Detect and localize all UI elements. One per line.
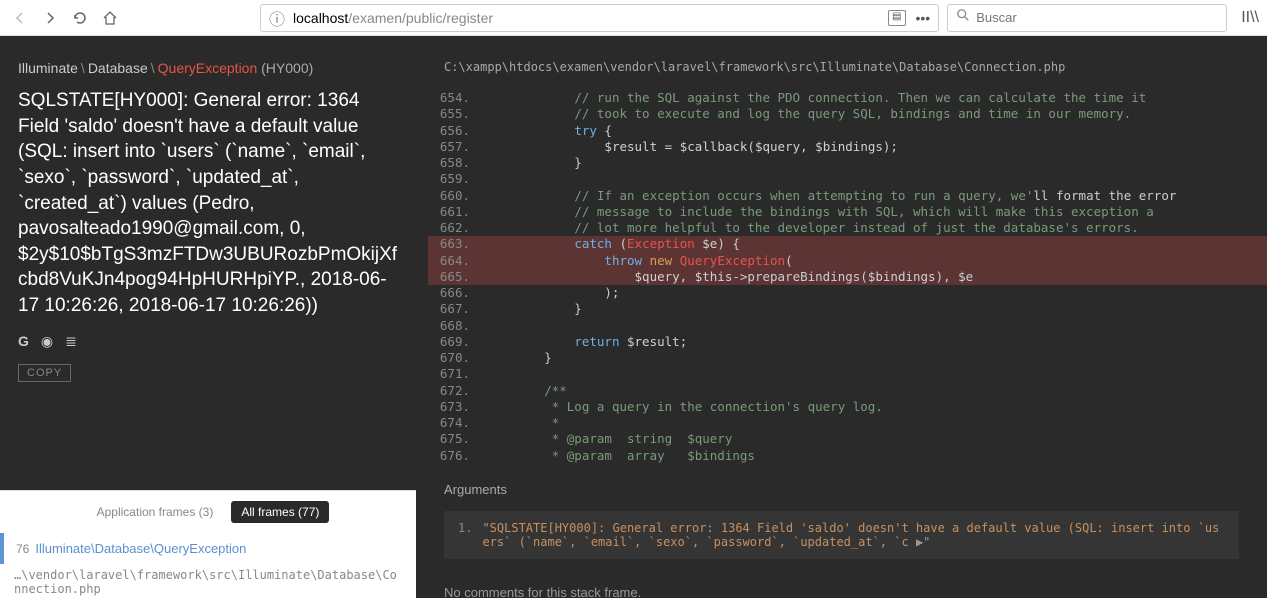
code-line: 668. [428, 318, 1267, 334]
code-line: 661. // message to include the bindings … [428, 204, 1267, 220]
duckduckgo-icon[interactable]: ◉ [41, 333, 53, 350]
reload-button[interactable] [68, 6, 92, 30]
code-line: 672. /** [428, 383, 1267, 399]
code-line: 657. $result = $callback($query, $bindin… [428, 139, 1267, 155]
right-panel: C:\xampp\htdocs\examen\vendor\laravel\fr… [416, 36, 1267, 598]
code-line: 658. } [428, 155, 1267, 171]
left-panel: Illuminate\Database\QueryException (HY00… [0, 36, 416, 598]
frame-tabs: Application frames (3) All frames (77) [0, 490, 416, 533]
code-line: 670. } [428, 350, 1267, 366]
info-icon[interactable]: ⓘ [269, 6, 285, 30]
code-line: 673. * Log a query in the connection's q… [428, 399, 1267, 415]
home-button[interactable] [98, 6, 122, 30]
code-line: 666. ); [428, 285, 1267, 301]
frame-list: 76Illuminate\Database\QueryException …\v… [0, 533, 416, 598]
code-line: 665. $query, $this->prepareBindings($bin… [428, 269, 1267, 285]
browser-toolbar: ⓘ localhost/examen/public/register ▤ •••… [0, 0, 1267, 36]
more-icon[interactable]: ••• [916, 10, 931, 26]
stackoverflow-icon[interactable]: ≣ [65, 333, 77, 350]
url-bar[interactable]: ⓘ localhost/examen/public/register ▤ ••• [260, 4, 939, 32]
google-icon[interactable]: G [18, 333, 29, 350]
error-message: SQLSTATE[HY000]: General error: 1364 Fie… [18, 88, 398, 319]
back-button[interactable] [8, 6, 32, 30]
code-line: 674. * [428, 415, 1267, 431]
comments-text: No comments for this stack frame. [416, 567, 1267, 598]
code-line: 655. // took to execute and log the quer… [428, 106, 1267, 122]
copy-button[interactable]: COPY [18, 364, 71, 382]
tab-all-frames[interactable]: All frames (77) [231, 501, 329, 523]
reader-icon[interactable]: ▤ [888, 10, 905, 26]
code-line: 667. } [428, 301, 1267, 317]
code-line: 654. // run the SQL against the PDO conn… [428, 90, 1267, 106]
action-icons: G ◉ ≣ [18, 333, 398, 350]
search-input[interactable] [976, 10, 1218, 25]
arguments-title: Arguments [444, 482, 1239, 497]
forward-button[interactable] [38, 6, 62, 30]
nav-buttons [8, 6, 122, 30]
code-line: 663. catch (Exception $e) { [428, 236, 1267, 252]
code-line: 656. try { [428, 123, 1267, 139]
frame-item[interactable]: 76Illuminate\Database\QueryException [0, 533, 416, 564]
frame-path: …\vendor\laravel\framework\src\Illuminat… [0, 564, 416, 598]
code-line: 664. throw new QueryException( [428, 253, 1267, 269]
search-bar[interactable] [947, 4, 1227, 32]
argument-row[interactable]: 1. "SQLSTATE[HY000]: General error: 1364… [444, 511, 1239, 559]
code-line: 671. [428, 366, 1267, 382]
url-text: localhost/examen/public/register [293, 10, 880, 26]
code-line: 662. // lot more helpful to the develope… [428, 220, 1267, 236]
tab-application-frames[interactable]: Application frames (3) [87, 501, 224, 523]
exception-breadcrumb: Illuminate\Database\QueryException (HY00… [18, 60, 398, 76]
code-line: 659. [428, 171, 1267, 187]
code-line: 660. // If an exception occurs when atte… [428, 188, 1267, 204]
code-line: 669. return $result; [428, 334, 1267, 350]
code-line: 675. * @param string $query [428, 431, 1267, 447]
code-block: 654. // run the SQL against the PDO conn… [416, 90, 1267, 464]
search-icon [956, 8, 970, 27]
library-icon[interactable]: II\\ [1241, 9, 1259, 27]
code-line: 676. * @param array $bindings [428, 448, 1267, 464]
source-file-path: C:\xampp\htdocs\examen\vendor\laravel\fr… [416, 36, 1267, 90]
